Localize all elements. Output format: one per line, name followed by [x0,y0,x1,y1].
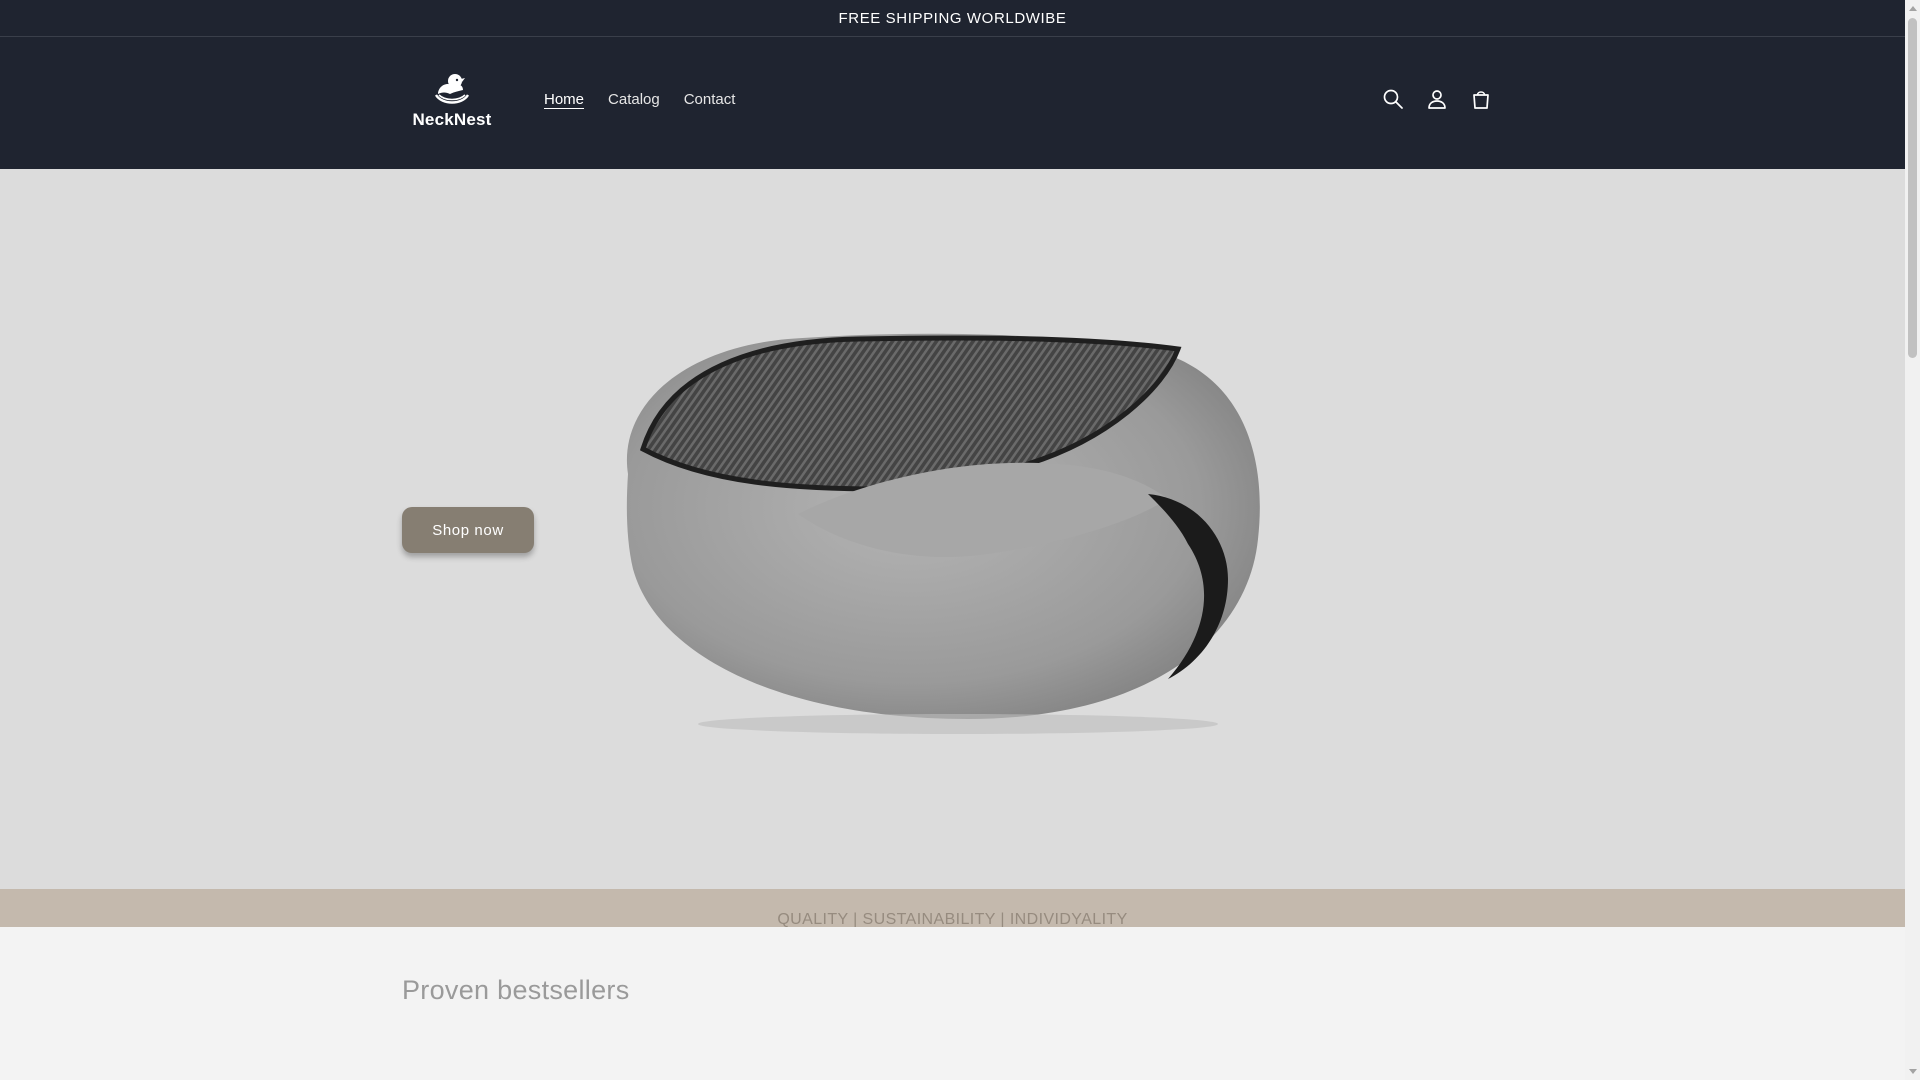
tagline-bar: QUALITY | SUSTAINABILITY | INDIVIDYALITY [0,889,1905,927]
announcement-text: FREE SHIPPING WORLDWIBE [838,9,1067,27]
logo-text: NeckNest [412,110,492,129]
bestsellers-section: Proven bestsellers [0,927,1905,1080]
bestsellers-title: Proven bestsellers [402,975,630,1005]
hero-banner: Shop now [0,169,1905,889]
page: FREE SHIPPING WORLDWIBE NeckNest Home Ca… [0,0,1905,1080]
shop-now-button[interactable]: Shop now [402,507,534,553]
nav-link-contact[interactable]: Contact [672,90,748,110]
cart-icon[interactable] [1466,84,1496,114]
header-icons [1378,84,1496,114]
search-icon[interactable] [1378,84,1408,114]
tagline-text: QUALITY | SUSTAINABILITY | INDIVIDYALITY [777,911,1128,927]
nav-link-home[interactable]: Home [532,90,596,110]
main-nav: Home Catalog Contact [532,90,747,110]
site-logo[interactable]: NeckNest [410,70,494,136]
account-icon[interactable] [1422,84,1452,114]
scroll-down-arrow-icon[interactable] [1905,1064,1920,1080]
scroll-up-arrow-icon[interactable] [1905,0,1920,16]
announcement-bar: FREE SHIPPING WORLDWIBE [0,0,1905,37]
bird-nest-logo-icon [434,74,470,104]
scrollbar-thumb[interactable] [1908,18,1917,358]
page-scrollbar[interactable] [1905,0,1920,1080]
site-header: NeckNest Home Catalog Contact [0,37,1905,169]
travel-neck-pillow-image [626,333,1260,734]
nav-link-catalog[interactable]: Catalog [596,90,672,110]
